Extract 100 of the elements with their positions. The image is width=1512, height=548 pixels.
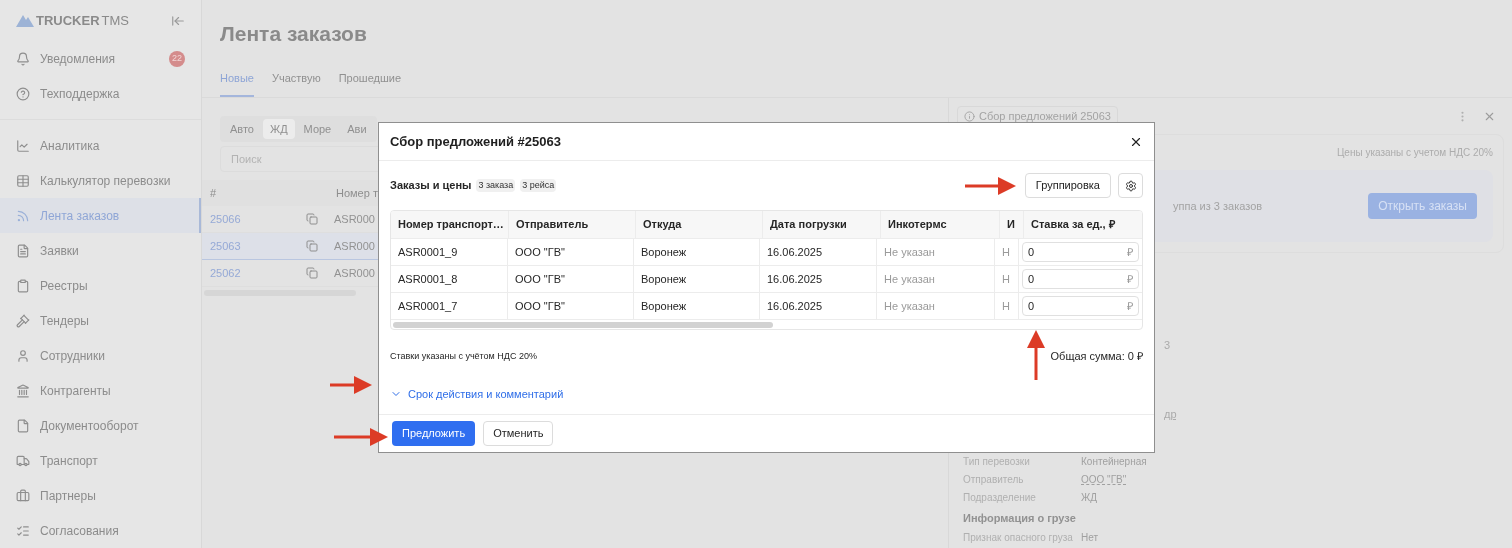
settings-button[interactable]: [1118, 173, 1143, 198]
field-value: Нет: [1081, 531, 1099, 545]
detail-fragment: 3: [1164, 339, 1171, 351]
logo-icon: [16, 14, 34, 27]
sidebar-item-label: Сотрудники: [40, 347, 105, 365]
table-cell: Н: [995, 293, 1019, 319]
table-cell: 16.06.2025: [760, 239, 878, 265]
tab[interactable]: Прошедшие: [338, 69, 402, 97]
column-header: И: [1000, 211, 1024, 238]
table-cell: 16.06.2025: [760, 293, 878, 319]
help-icon: [16, 86, 30, 101]
sidebar-item[interactable]: Заявки: [0, 233, 201, 268]
list-icon: [16, 523, 30, 538]
segment-tab[interactable]: Море: [296, 119, 339, 139]
segment-tab[interactable]: Авто: [223, 119, 261, 139]
sidebar-item[interactable]: Лента заказов: [0, 198, 201, 233]
page-title: Лента заказов: [220, 21, 368, 47]
sidebar-item[interactable]: Сотрудники: [0, 338, 201, 373]
segment-tab[interactable]: Ави: [340, 119, 374, 139]
total-sum: Общая сумма: 0 ₽: [1050, 349, 1143, 364]
table-cell: ASR0001_9: [391, 239, 509, 265]
sidebar-item[interactable]: Техподдержка: [40, 84, 185, 103]
sidebar-item-label: Контрагенты: [40, 382, 111, 400]
gavel-icon: [16, 313, 30, 328]
rate-input[interactable]: 0: [1028, 297, 1088, 315]
sidebar-item-label: Транспорт: [40, 452, 98, 470]
sidebar-item-label: Согласования: [40, 522, 119, 540]
submit-button[interactable]: Предложить: [392, 421, 476, 446]
segment-tab[interactable]: ЖД: [263, 119, 295, 139]
sidebar-item-label: Реестры: [40, 277, 88, 295]
field-value[interactable]: ООО "ГВ": [1081, 471, 1127, 487]
sidebar-item[interactable]: Реестры: [0, 268, 201, 303]
rate-input[interactable]: 0: [1028, 243, 1088, 261]
group-text: уппа из 3 заказов: [1173, 198, 1263, 214]
clipboard-icon: [16, 278, 30, 293]
column-header: Инкотермс: [881, 211, 1000, 238]
sidebar-item[interactable]: Согласования: [0, 513, 201, 548]
grouping-button[interactable]: Группировка: [1024, 173, 1111, 198]
annotation-arrow: [1027, 330, 1045, 380]
column-header: Номер транспорт…: [391, 211, 509, 238]
column-header: Ставка за ед., ₽: [1030, 217, 1116, 233]
detail-fragment: др: [1164, 407, 1177, 420]
table-cell: ASR0001_8: [391, 266, 509, 292]
truck-icon: [16, 453, 30, 468]
logo-suffix: TMS: [101, 11, 129, 30]
copy-icon[interactable]: [306, 213, 318, 225]
sidebar-item[interactable]: Калькулятор перевозки: [0, 163, 201, 198]
sidebar-item-label: Лента заказов: [40, 207, 120, 225]
open-orders-button[interactable]: Открыть заказы: [1368, 193, 1477, 219]
table-icon: [16, 173, 30, 188]
sidebar-item-label: Тендеры: [40, 312, 89, 330]
currency-sign: ₽: [1127, 244, 1133, 260]
column-header: Дата погрузки: [763, 211, 881, 238]
sidebar-item-label: Партнеры: [40, 487, 96, 505]
expander-toggle[interactable]: Срок действия и комментарий: [390, 385, 564, 402]
table-cell: Н: [995, 266, 1019, 292]
sidebar-item[interactable]: Транспорт: [0, 443, 201, 478]
rate-field[interactable]: 0 ₽: [1022, 242, 1139, 262]
count-tag: 3 рейса: [520, 178, 557, 193]
chip-label: Сбор предложений 25063: [979, 108, 1111, 124]
order-link[interactable]: 25062: [202, 264, 306, 282]
table-cell-text: ASR000: [333, 238, 376, 254]
table-cell: ASR0001_7: [391, 293, 509, 319]
logo-brand: TRUCKER: [36, 11, 100, 30]
table-cell-text: ASR000: [333, 265, 376, 281]
scrollbar[interactable]: [393, 321, 773, 328]
column-header: #: [209, 185, 218, 201]
sidebar-item[interactable]: Документооборот: [0, 408, 201, 443]
info-icon: [964, 110, 975, 122]
sidebar-item[interactable]: Уведомления: [40, 49, 159, 68]
table-cell: 16.06.2025: [760, 266, 878, 292]
rate-field[interactable]: 0 ₽: [1022, 269, 1139, 289]
copy-icon[interactable]: [306, 267, 318, 279]
sidebar-item-label: Аналитика: [40, 137, 100, 155]
rate-field[interactable]: 0 ₽: [1022, 296, 1139, 316]
sidebar-item[interactable]: Контрагенты: [0, 373, 201, 408]
vat-note: Ставки указаны с учётом НДС 20%: [390, 349, 537, 363]
file-icon: [16, 418, 30, 433]
collapse-icon[interactable]: [171, 13, 185, 28]
sidebar-item[interactable]: Партнеры: [0, 478, 201, 513]
cancel-button[interactable]: Отменить: [483, 421, 554, 446]
sidebar-item[interactable]: Тендеры: [0, 303, 201, 338]
column-header: Номер т: [335, 185, 379, 201]
sidebar-item-label: Заявки: [40, 242, 79, 260]
tab[interactable]: Новые: [220, 69, 254, 97]
person-icon: [16, 348, 30, 363]
order-link[interactable]: 25063: [202, 237, 306, 255]
order-link[interactable]: 25066: [202, 210, 306, 228]
copy-icon[interactable]: [306, 240, 318, 252]
field-value: ЖД: [1081, 490, 1097, 505]
table-cell: Не указан: [877, 239, 996, 265]
tab[interactable]: Участвую: [271, 69, 321, 97]
column-header: Отправитель: [509, 211, 636, 238]
column-header: Откуда: [636, 211, 763, 238]
sidebar-item[interactable]: Аналитика: [0, 128, 201, 163]
section-title: Информация о грузе: [963, 511, 1077, 526]
table-cell: Воронеж: [634, 239, 760, 265]
table-cell: ООО "ГВ": [508, 266, 634, 292]
rate-input[interactable]: 0: [1028, 270, 1088, 288]
building-icon: [16, 383, 30, 398]
